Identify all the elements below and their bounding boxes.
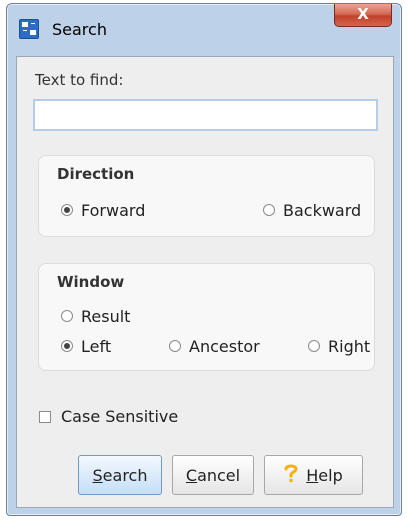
search-dialog: Search X Text to find: Direction Forward…	[6, 3, 402, 516]
radio-result-circle[interactable]	[61, 310, 73, 322]
radio-left[interactable]: Left	[61, 336, 111, 356]
radio-left-circle[interactable]	[61, 340, 73, 352]
radio-forward[interactable]: Forward	[61, 200, 145, 220]
direction-title: Direction	[57, 165, 135, 183]
case-sensitive-checkbox[interactable]: Case Sensitive	[39, 407, 178, 426]
question-mark-icon	[284, 463, 298, 487]
window-group: Window Result Left Ancestor Right	[38, 263, 375, 371]
window-title-label: Window	[57, 273, 125, 291]
radio-ancestor-circle[interactable]	[169, 340, 181, 352]
radio-backward-circle[interactable]	[263, 204, 275, 216]
dialog-body: Text to find: Direction Forward Backward…	[16, 56, 394, 508]
search-button[interactable]: Search	[78, 455, 162, 495]
help-button[interactable]: Help	[264, 455, 363, 495]
radio-left-label: Left	[81, 336, 112, 356]
cancel-label-rest: ancel	[197, 465, 241, 485]
help-label-rest: elp	[318, 465, 343, 485]
title-bar[interactable]: Search X	[7, 4, 401, 54]
window-title: Search	[52, 20, 107, 39]
cancel-button[interactable]: Cancel	[172, 455, 254, 495]
radio-ancestor[interactable]: Ancestor	[169, 336, 260, 356]
find-label: Text to find:	[35, 71, 124, 89]
radio-backward-label: Backward	[283, 200, 362, 220]
close-button[interactable]: X	[334, 4, 392, 27]
case-sensitive-box[interactable]	[39, 410, 51, 423]
radio-ancestor-label: Ancestor	[189, 336, 260, 356]
direction-group: Direction Forward Backward	[38, 155, 375, 237]
radio-backward[interactable]: Backward	[263, 200, 361, 220]
search-mnemonic: S	[92, 465, 103, 485]
radio-forward-circle[interactable]	[61, 204, 73, 216]
radio-result[interactable]: Result	[61, 306, 130, 326]
search-label-rest: earch	[102, 465, 148, 485]
close-icon: X	[357, 5, 369, 23]
radio-forward-label: Forward	[81, 200, 146, 220]
radio-right-label: Right	[328, 336, 371, 356]
case-sensitive-label: Case Sensitive	[61, 407, 179, 426]
cancel-mnemonic: C	[185, 465, 198, 485]
find-input[interactable]	[33, 99, 378, 131]
app-icon	[19, 19, 39, 39]
help-mnemonic: H	[306, 465, 319, 485]
radio-result-label: Result	[81, 306, 131, 326]
radio-right[interactable]: Right	[308, 336, 370, 356]
radio-right-circle[interactable]	[308, 340, 320, 352]
